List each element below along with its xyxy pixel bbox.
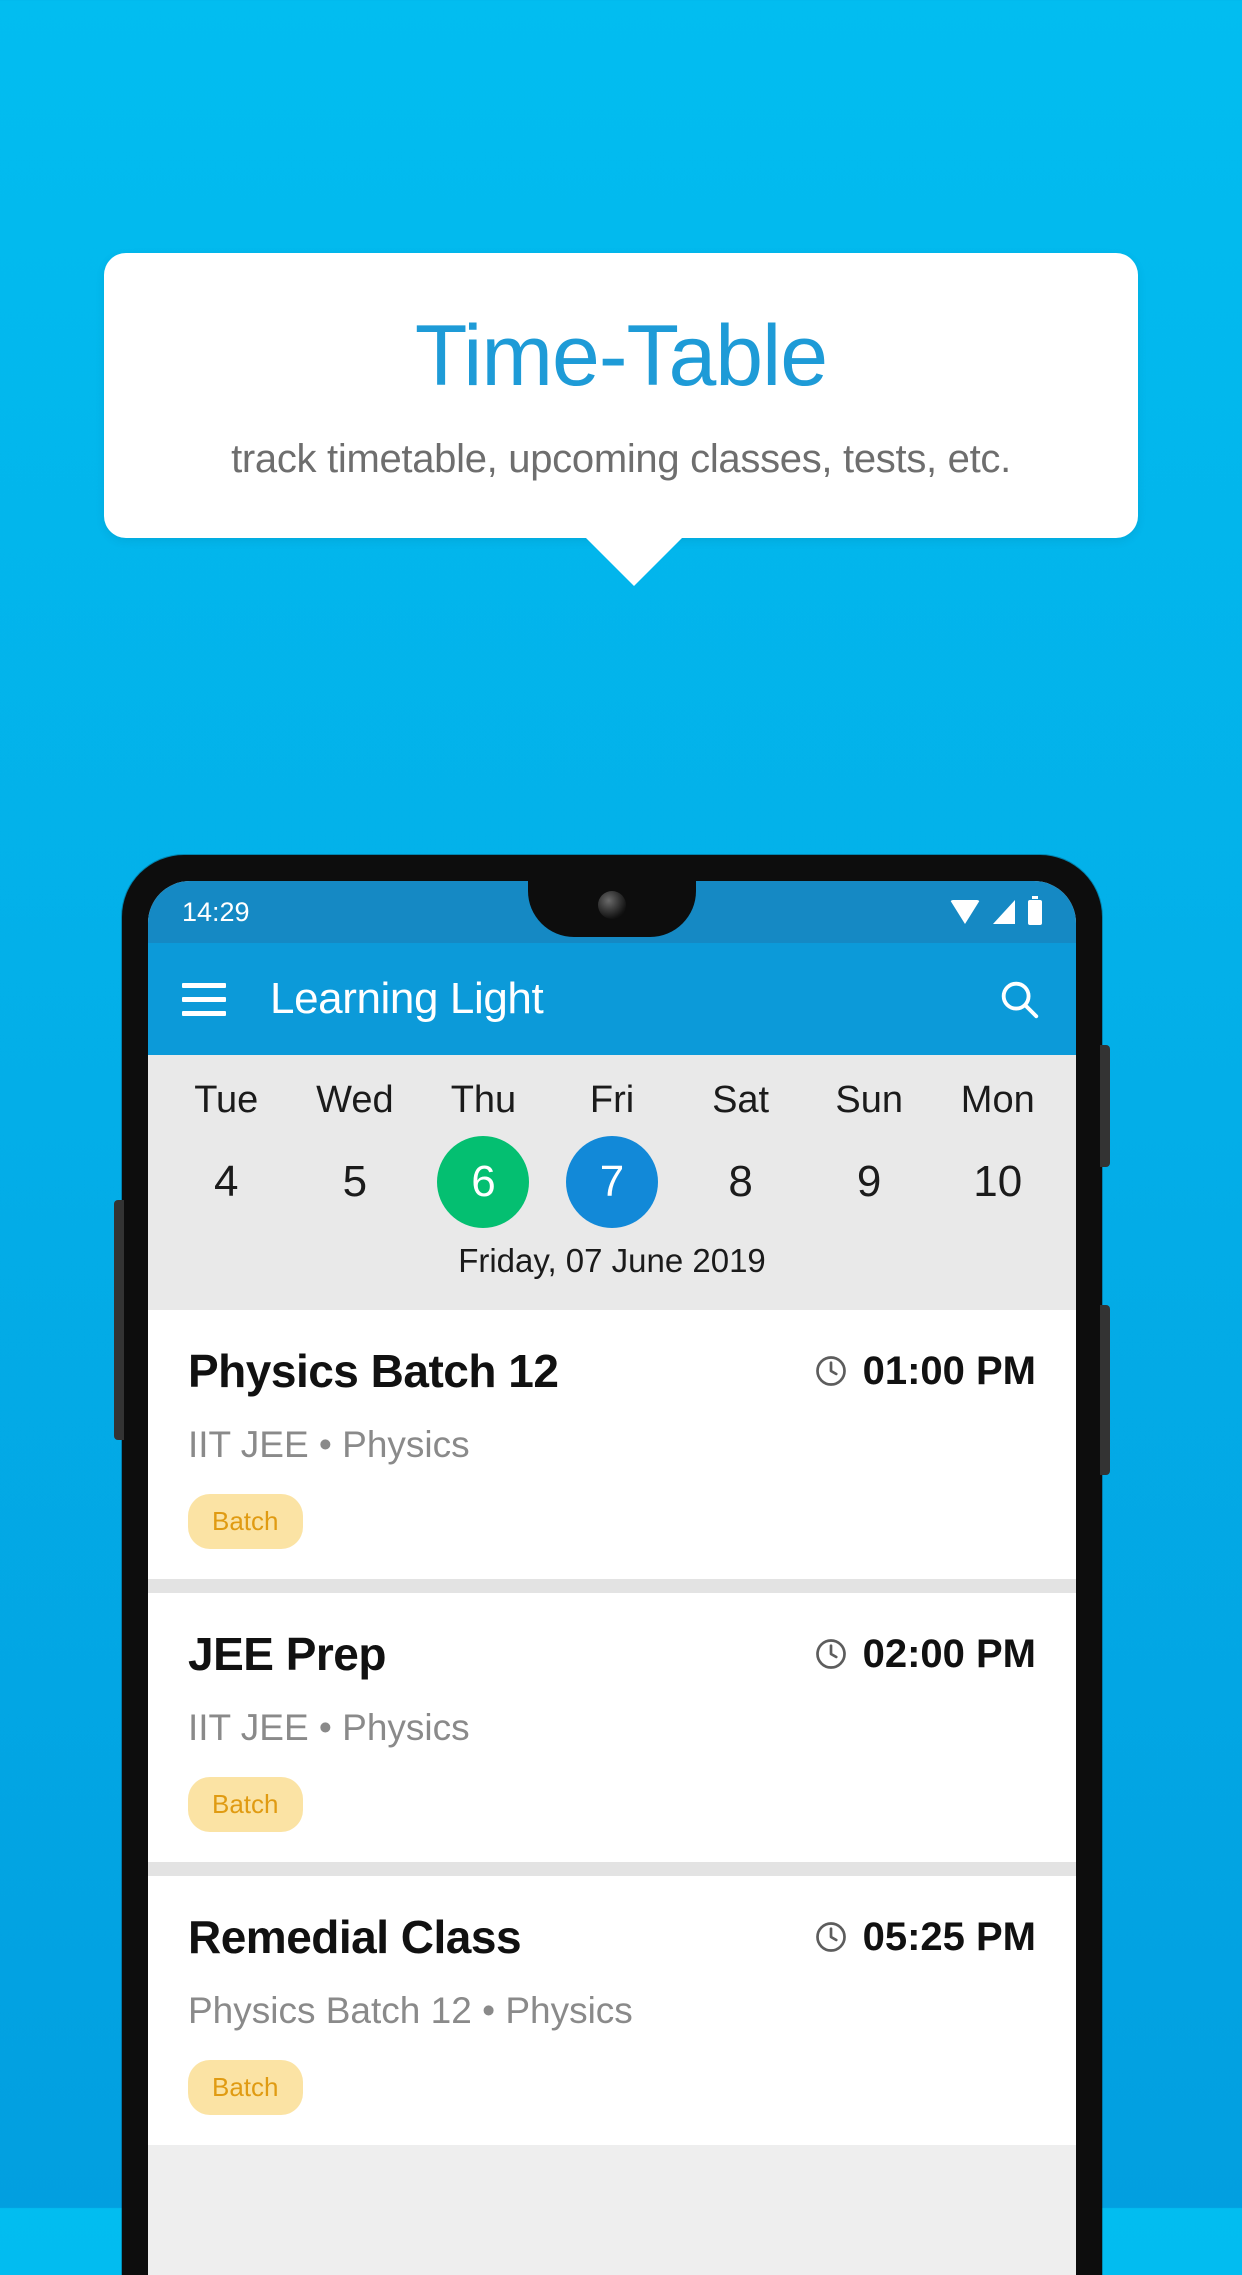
date-number: 4	[214, 1157, 239, 1206]
card-header: Physics Batch 12 01:00 PM	[188, 1344, 1036, 1398]
class-time: 02:00 PM	[862, 1631, 1036, 1676]
date-number: 5	[342, 1157, 368, 1206]
promo-subtitle: track timetable, upcoming classes, tests…	[231, 437, 1011, 482]
app-bar: Learning Light	[148, 943, 1076, 1055]
class-time: 01:00 PM	[862, 1348, 1036, 1393]
promo-bubble: Time-Table track timetable, upcoming cla…	[104, 253, 1138, 539]
selected-date-label: Friday, 07 June 2019	[458, 1242, 766, 1279]
weekday-label[interactable]: Thu	[419, 1073, 548, 1136]
class-subtitle: IIT JEE • Physics	[188, 1707, 470, 1748]
card-header: JEE Prep 02:00 PM	[188, 1627, 1036, 1681]
promo-callout: Time-Table track timetable, upcoming cla…	[104, 253, 1138, 587]
status-bar: 14:29	[148, 881, 1076, 943]
date-number: 10	[973, 1157, 1023, 1206]
class-list: Physics Batch 12 01:00 PM IIT JEE • Physic…	[148, 1310, 1076, 2145]
clock-icon	[813, 1353, 849, 1389]
promo-title: Time-Table	[414, 308, 828, 404]
status-time: 14:29	[182, 896, 250, 927]
class-time-group: 01:00 PM	[813, 1349, 1036, 1394]
class-time-group: 05:25 PM	[813, 1915, 1036, 1960]
clock-icon	[813, 1919, 849, 1955]
camera-notch	[528, 881, 696, 937]
date-number: 8	[728, 1157, 753, 1206]
battery-icon	[1028, 895, 1042, 925]
class-type-badge: Batch	[188, 1494, 303, 1549]
class-card[interactable]: Remedial Class 05:25 PM Physics Batch 12 •…	[148, 1876, 1076, 2145]
weekday-label[interactable]: Fri	[548, 1073, 677, 1136]
search-icon[interactable]	[996, 976, 1042, 1022]
hamburger-menu-icon[interactable]	[182, 982, 226, 1016]
class-type-badge: Batch	[188, 2060, 303, 2115]
phone-mockup: 14:29 Learning Light Tue Wed Thu Fri Sat…	[114, 855, 1110, 2275]
date-number-cell[interactable]: 7	[548, 1136, 677, 1228]
weekday-label[interactable]: Mon	[933, 1073, 1062, 1136]
volume-button-left[interactable]	[114, 1200, 124, 1440]
phone-screen: 14:29 Learning Light Tue Wed Thu Fri Sat…	[148, 881, 1076, 2275]
class-card[interactable]: JEE Prep 02:00 PM IIT JEE • Physics Batch	[148, 1593, 1076, 1862]
class-title: Physics Batch 12	[188, 1345, 559, 1397]
signal-icon	[993, 900, 1015, 924]
date-strip: Tue Wed Thu Fri Sat Sun Mon 4 5 6 7 8 9 10 Friday, 0…	[148, 1055, 1076, 1310]
card-header: Remedial Class 05:25 PM	[188, 1910, 1036, 1964]
class-type-badge: Batch	[188, 1777, 303, 1832]
wifi-icon	[950, 900, 980, 924]
power-button[interactable]	[1100, 1045, 1110, 1167]
date-number-row: 4 5 6 7 8 9 10	[148, 1136, 1076, 1228]
class-time: 05:25 PM	[862, 1914, 1036, 1959]
class-subtitle: Physics Batch 12 • Physics	[188, 1990, 633, 2031]
date-number-cell[interactable]: 6	[419, 1136, 548, 1228]
class-time-group: 02:00 PM	[813, 1632, 1036, 1677]
date-pill-selected: 7	[566, 1136, 659, 1228]
date-number-cell[interactable]: 8	[676, 1136, 805, 1228]
weekday-row: Tue Wed Thu Fri Sat Sun Mon	[148, 1073, 1076, 1136]
bubble-tail	[586, 538, 682, 587]
weekday-label[interactable]: Wed	[291, 1073, 420, 1136]
class-card[interactable]: Physics Batch 12 01:00 PM IIT JEE • Physic…	[148, 1310, 1076, 1579]
date-number-cell[interactable]: 10	[933, 1136, 1062, 1228]
class-subtitle: IIT JEE • Physics	[188, 1424, 470, 1465]
weekday-label[interactable]: Sat	[676, 1073, 805, 1136]
class-title: JEE Prep	[188, 1628, 387, 1680]
date-number: 9	[856, 1157, 882, 1206]
weekday-label[interactable]: Sun	[805, 1073, 934, 1136]
app-title: Learning Light	[270, 974, 544, 1023]
date-number-cell[interactable]: 5	[291, 1136, 420, 1228]
date-number-cell[interactable]: 4	[162, 1136, 291, 1228]
volume-button-right[interactable]	[1100, 1305, 1110, 1475]
clock-icon	[813, 1636, 849, 1672]
date-pill-today: 6	[437, 1136, 530, 1228]
date-number-cell[interactable]: 9	[805, 1136, 934, 1228]
class-title: Remedial Class	[188, 1911, 522, 1963]
front-camera-icon	[598, 891, 626, 919]
status-icons	[950, 895, 1042, 925]
weekday-label[interactable]: Tue	[162, 1073, 291, 1136]
